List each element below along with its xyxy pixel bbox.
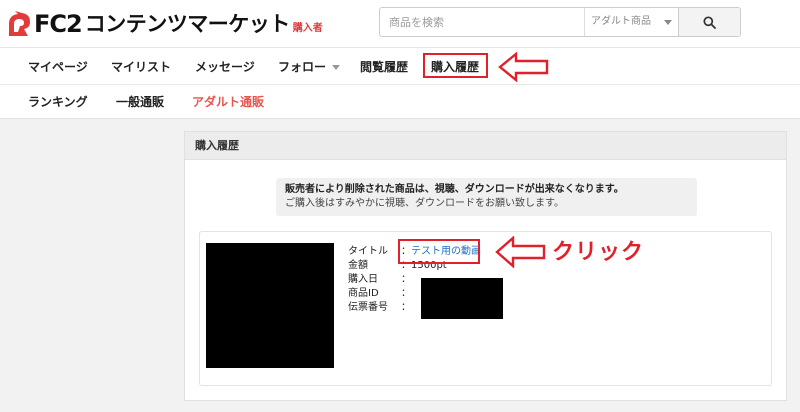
- subnav-adult-shop[interactable]: アダルト通販: [192, 85, 264, 119]
- search-category-select[interactable]: アダルト商品: [584, 8, 678, 36]
- redacted-details: [421, 278, 503, 319]
- search-button[interactable]: [678, 8, 740, 36]
- chevron-down-icon: [664, 20, 672, 25]
- notice-box: 販売者により削除された商品は、視聴、ダウンロードが出来なくなります。 ご購入後は…: [276, 178, 697, 216]
- search-input[interactable]: [380, 8, 584, 36]
- detail-separator: ：: [401, 288, 411, 299]
- nav-follow-label: フォロー: [278, 60, 327, 74]
- subnav-general-shop[interactable]: 一般通販: [116, 85, 164, 119]
- click-instruction-text: クリック: [552, 240, 645, 265]
- subnav-ranking[interactable]: ランキング: [28, 85, 88, 119]
- main-nav: マイページ マイリスト メッセージ フォロー 閲覧履歴 購入履歴: [0, 47, 800, 85]
- left-arrow-annotation-icon: [495, 236, 546, 268]
- search-icon: [703, 15, 716, 29]
- nav-mylist[interactable]: マイリスト: [111, 48, 171, 86]
- detail-separator: ：: [401, 302, 411, 313]
- left-arrow-annotation-icon: [498, 52, 549, 82]
- detail-label: タイトル: [348, 246, 388, 257]
- squirrel-logo-icon: [9, 11, 30, 36]
- product-thumbnail[interactable]: [206, 243, 334, 368]
- chevron-down-icon: [332, 65, 341, 70]
- nav-browse-history[interactable]: 閲覧履歴: [360, 48, 408, 86]
- purchase-history-highlight: [423, 53, 488, 78]
- search-bar: アダルト商品: [379, 7, 741, 37]
- nav-follow[interactable]: フォロー: [278, 48, 341, 86]
- site-header: FC2 コンテンツマーケット 購入者 アダルト商品: [0, 0, 800, 47]
- logo-role-badge: 購入者: [292, 23, 323, 34]
- logo-title-text: コンテンツマーケット: [84, 12, 291, 36]
- detail-label: 購入日: [348, 274, 378, 285]
- purchase-history-panel: 購入履歴 販売者により削除された商品は、視聴、ダウンロードが出来なくなります。 …: [184, 131, 787, 401]
- title-link-highlight: [398, 239, 480, 264]
- detail-label: 商品ID: [348, 288, 379, 299]
- search-category-label: アダルト商品: [591, 16, 651, 27]
- detail-label: 金額: [348, 260, 368, 271]
- sub-nav: ランキング 一般通販 アダルト通販: [0, 85, 800, 119]
- panel-title: 購入履歴: [185, 132, 786, 160]
- nav-mypage[interactable]: マイページ: [28, 48, 88, 86]
- notice-warning-text: 販売者により削除された商品は、視聴、ダウンロードが出来なくなります。: [285, 184, 624, 195]
- detail-separator: ：: [401, 274, 411, 285]
- logo-fc2-text: FC2: [34, 10, 83, 38]
- site-logo[interactable]: FC2 コンテンツマーケット 購入者: [6, 8, 323, 38]
- detail-label: 伝票番号: [348, 302, 388, 313]
- notice-advice-text: ご購入後はすみやかに視聴、ダウンロードをお願い致します。: [285, 198, 564, 209]
- nav-messages[interactable]: メッセージ: [195, 48, 255, 86]
